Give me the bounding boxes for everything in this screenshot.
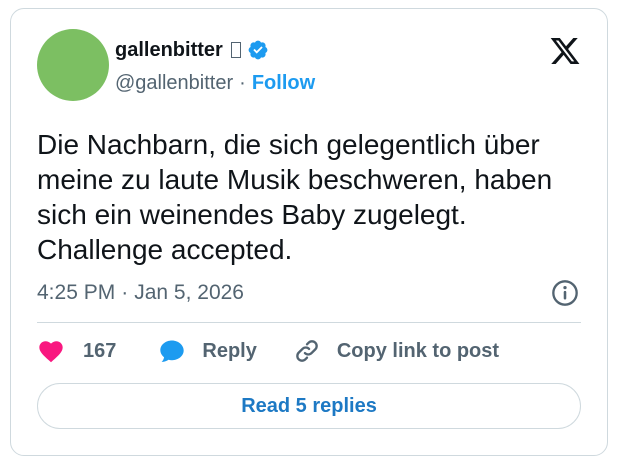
- verified-badge-icon: [248, 40, 268, 60]
- tweet-text-line: meine zu laute Musik beschweren, haben: [37, 164, 553, 195]
- action-bar: 167 Reply Copy link to post: [37, 335, 499, 367]
- speech-bubble-icon: [160, 340, 185, 362]
- separator-dot: ·: [239, 72, 246, 94]
- tweet-card: gallenbitter @gallenbitter · Follow Die …: [10, 8, 608, 456]
- tweet-text-line: Die Nachbarn, die sich gelegentlich über: [37, 129, 540, 160]
- tweet-text: Die Nachbarn, die sich gelegentlich über…: [37, 127, 597, 267]
- like-count: 167: [83, 339, 117, 362]
- info-icon[interactable]: [551, 279, 579, 307]
- tweet-text-line: Challenge accepted.: [37, 234, 293, 265]
- link-icon: [296, 340, 318, 362]
- read-replies-label: Read 5 replies: [241, 394, 377, 417]
- copy-link-button[interactable]: Copy link to post: [293, 337, 499, 365]
- tweet-timestamp[interactable]: 4:25 PM · Jan 5, 2026: [37, 280, 244, 306]
- author-name-row: gallenbitter: [115, 38, 269, 62]
- tweet-time: 4:25 PM: [37, 281, 116, 304]
- tweet-text-line: sich ein weinendes Baby zugelegt.: [37, 199, 467, 230]
- divider: [37, 322, 581, 323]
- tweet-date: Jan 5, 2026: [134, 281, 244, 304]
- copy-link-label: Copy link to post: [336, 339, 500, 362]
- heart-icon: [39, 341, 63, 363]
- reply-label: Reply: [202, 339, 257, 362]
- reply-button[interactable]: Reply: [158, 337, 257, 365]
- read-replies-button[interactable]: Read 5 replies: [37, 383, 581, 429]
- x-logo-icon[interactable]: [549, 35, 581, 67]
- avatar[interactable]: [37, 29, 109, 101]
- follow-button[interactable]: Follow: [252, 71, 315, 95]
- author-display-name[interactable]: gallenbitter: [115, 38, 223, 62]
- separator-dot: ·: [121, 281, 129, 304]
- like-button[interactable]: 167: [37, 337, 116, 365]
- author-handle-row: @gallenbitter · Follow: [115, 71, 315, 95]
- author-handle[interactable]: @gallenbitter: [115, 71, 233, 95]
- missing-glyph-icon: [230, 42, 241, 58]
